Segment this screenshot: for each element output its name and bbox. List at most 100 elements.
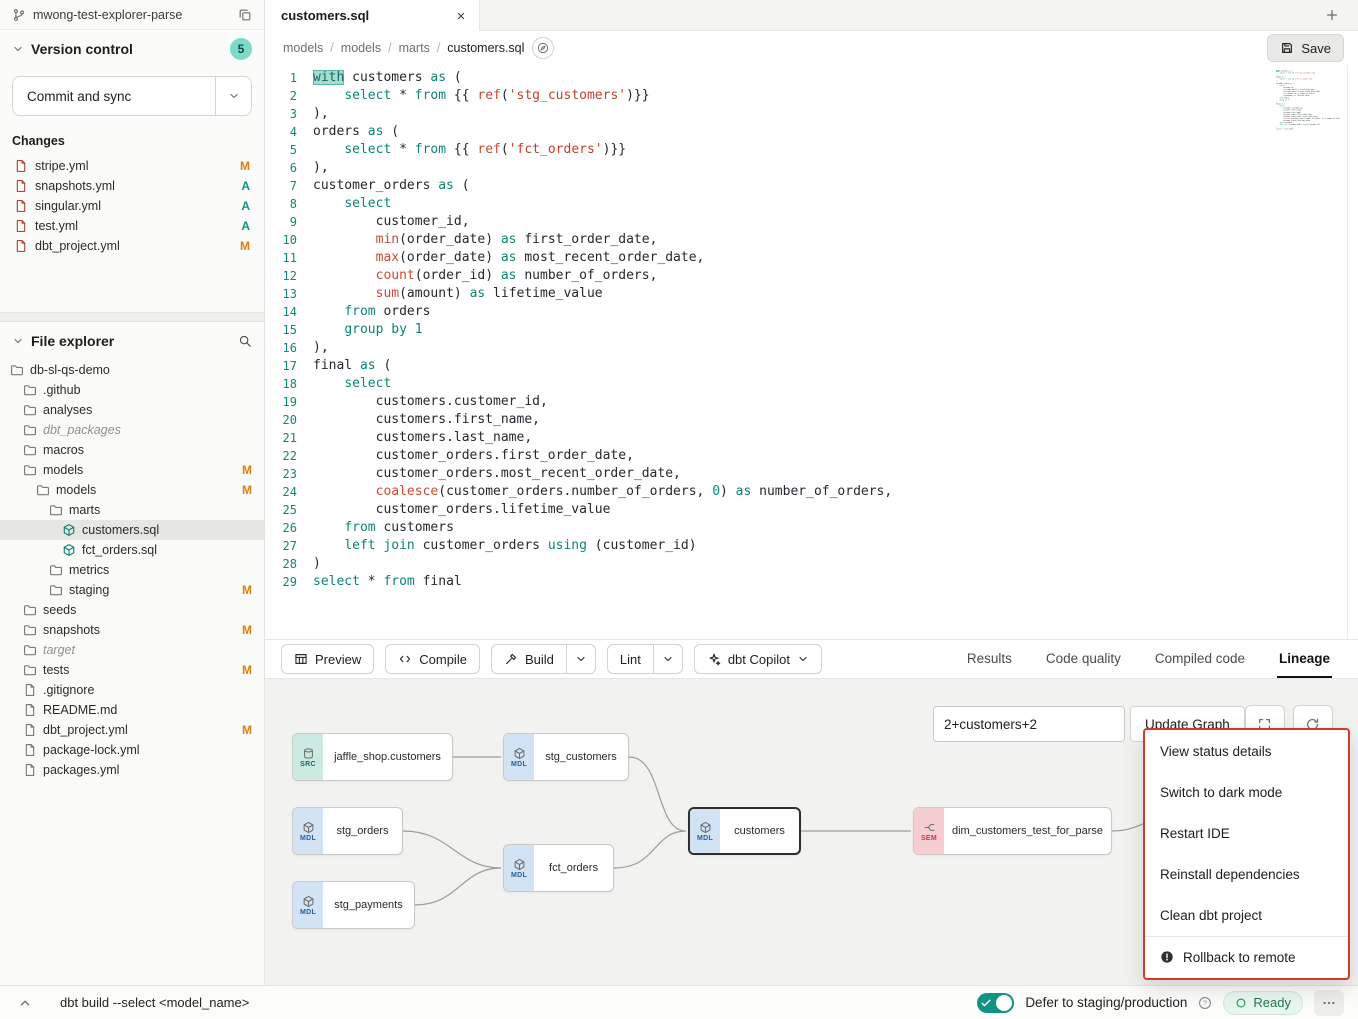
menu-item-clean-dbt-project[interactable]: Clean dbt project bbox=[1145, 895, 1348, 936]
tree-item-readme-md[interactable]: README.md bbox=[0, 700, 264, 720]
lineage-node-dim-customers-test-for-parse[interactable]: SEMdim_customers_test_for_parse bbox=[913, 807, 1112, 855]
tree-item-metrics[interactable]: metrics bbox=[0, 560, 264, 580]
editor-scrollbar[interactable] bbox=[1347, 65, 1358, 639]
compass-icon[interactable] bbox=[532, 37, 554, 59]
dbt-copilot-button[interactable]: dbt Copilot bbox=[694, 644, 822, 674]
tree-item-label: snapshots bbox=[43, 623, 100, 637]
tree-item-github[interactable]: .github bbox=[0, 380, 264, 400]
compile-button[interactable]: Compile bbox=[385, 644, 480, 674]
line-number: 9 bbox=[265, 213, 313, 231]
tree-item-models[interactable]: modelsM bbox=[0, 480, 264, 500]
tree-item-tests[interactable]: testsM bbox=[0, 660, 264, 680]
breadcrumb-item-marts[interactable]: marts bbox=[399, 41, 430, 55]
close-tab-icon[interactable] bbox=[455, 10, 467, 22]
tree-item-gitignore[interactable]: .gitignore bbox=[0, 680, 264, 700]
menu-item-switch-to-dark-mode[interactable]: Switch to dark mode bbox=[1145, 772, 1348, 813]
change-file-test-yml[interactable]: test.ymlA bbox=[0, 216, 264, 236]
menu-item-label: View status details bbox=[1160, 744, 1272, 759]
commit-options-button[interactable] bbox=[215, 77, 251, 115]
tree-item-dbt-project-yml[interactable]: dbt_project.ymlM bbox=[0, 720, 264, 740]
tab-lineage[interactable]: Lineage bbox=[1277, 640, 1332, 678]
tree-item-analyses[interactable]: analyses bbox=[0, 400, 264, 420]
tree-item-macros[interactable]: macros bbox=[0, 440, 264, 460]
version-control-header[interactable]: Version control 5 bbox=[0, 30, 264, 68]
tab-results[interactable]: Results bbox=[965, 640, 1014, 678]
tree-item-snapshots[interactable]: snapshotsM bbox=[0, 620, 264, 640]
build-button[interactable]: Build bbox=[491, 644, 566, 674]
code-line: 20 customers.first_name, bbox=[265, 411, 1358, 429]
folder-icon bbox=[23, 383, 37, 397]
line-number: 6 bbox=[265, 159, 313, 177]
lint-split-button: Lint bbox=[607, 644, 683, 674]
file-icon bbox=[23, 723, 37, 737]
menu-item-view-status-details[interactable]: View status details bbox=[1145, 731, 1348, 772]
tree-item-packages-yml[interactable]: packages.yml bbox=[0, 760, 264, 780]
change-file-stripe-yml[interactable]: stripe.ymlM bbox=[0, 156, 264, 176]
lineage-node-stg-customers[interactable]: MDLstg_customers bbox=[503, 733, 629, 781]
tree-item-db-sl-qs-demo[interactable]: db-sl-qs-demo bbox=[0, 360, 264, 380]
new-tab-button[interactable] bbox=[1320, 3, 1344, 27]
tree-item-label: metrics bbox=[69, 563, 109, 577]
defer-toggle[interactable] bbox=[977, 993, 1014, 1013]
editor-minimap[interactable]: 1with customers as (2 select * from {{ r… bbox=[1276, 70, 1340, 146]
preview-button[interactable]: Preview bbox=[281, 644, 374, 674]
tree-item-target[interactable]: target bbox=[0, 640, 264, 660]
menu-item-restart-ide[interactable]: Restart IDE bbox=[1145, 813, 1348, 854]
lineage-node-stg-orders[interactable]: MDLstg_orders bbox=[292, 807, 403, 855]
build-options-button[interactable] bbox=[566, 644, 596, 674]
code-editor[interactable]: 1with customers as (2 select * from {{ r… bbox=[265, 65, 1358, 639]
tab-code-quality[interactable]: Code quality bbox=[1044, 640, 1123, 678]
line-number: 5 bbox=[265, 141, 313, 159]
info-icon[interactable]: ? bbox=[1198, 996, 1212, 1010]
code-line: 25 customer_orders.lifetime_value bbox=[265, 501, 1358, 519]
lineage-node-customers[interactable]: MDLcustomers bbox=[688, 807, 801, 855]
status-badge[interactable]: Ready bbox=[1223, 991, 1303, 1015]
lint-label: Lint bbox=[620, 652, 641, 667]
file-explorer-header[interactable]: File explorer bbox=[0, 322, 264, 360]
breadcrumb-row: models/models/marts/customers.sql Save bbox=[265, 31, 1358, 65]
node-type-label: MDL bbox=[511, 872, 527, 879]
tree-item-label: dbt_packages bbox=[43, 423, 121, 437]
line-number: 17 bbox=[265, 357, 313, 375]
change-file-snapshots-yml[interactable]: snapshots.ymlA bbox=[0, 176, 264, 196]
commit-and-sync-button[interactable]: Commit and sync bbox=[12, 76, 252, 116]
tree-item-staging[interactable]: stagingM bbox=[0, 580, 264, 600]
menu-item-rollback-to-remote[interactable]: Rollback to remote bbox=[1145, 936, 1348, 977]
command-input-text[interactable]: dbt build --select <model_name> bbox=[60, 995, 249, 1010]
breadcrumb-item-models[interactable]: models bbox=[341, 41, 381, 55]
tree-item-dbt-packages[interactable]: dbt_packages bbox=[0, 420, 264, 440]
node-label: jaffle_shop.customers bbox=[323, 734, 452, 780]
tree-item-models[interactable]: modelsM bbox=[0, 460, 264, 480]
save-button[interactable]: Save bbox=[1267, 34, 1344, 62]
breadcrumb-item-customers-sql[interactable]: customers.sql bbox=[447, 41, 524, 55]
lint-button[interactable]: Lint bbox=[607, 644, 653, 674]
code-text: select bbox=[313, 375, 1358, 393]
chevron-up-icon bbox=[18, 996, 32, 1010]
change-file-dbt-project-yml[interactable]: dbt_project.ymlM bbox=[0, 236, 264, 256]
search-icon[interactable] bbox=[238, 334, 252, 348]
lineage-filter-input[interactable] bbox=[933, 706, 1125, 742]
menu-item-label: Clean dbt project bbox=[1160, 908, 1262, 923]
tree-item-marts[interactable]: marts bbox=[0, 500, 264, 520]
tree-item-fct-orders-sql[interactable]: fct_orders.sql bbox=[0, 540, 264, 560]
lineage-node-stg-payments[interactable]: MDLstg_payments bbox=[292, 881, 415, 929]
commit-and-sync-label[interactable]: Commit and sync bbox=[13, 77, 215, 115]
lint-options-button[interactable] bbox=[653, 644, 683, 674]
editor-toolbar: Preview Compile Build Lint bbox=[265, 639, 1358, 679]
tree-item-seeds[interactable]: seeds bbox=[0, 600, 264, 620]
menu-item-reinstall-dependencies[interactable]: Reinstall dependencies bbox=[1145, 854, 1348, 895]
code-text: select * from final bbox=[1276, 128, 1340, 130]
change-file-singular-yml[interactable]: singular.ymlA bbox=[0, 196, 264, 216]
more-options-button[interactable] bbox=[1314, 990, 1344, 1016]
lineage-node-jaffle-shop-customers[interactable]: SRCjaffle_shop.customers bbox=[292, 733, 453, 781]
tree-item-customers-sql[interactable]: customers.sql bbox=[0, 520, 264, 540]
breadcrumb-item-models[interactable]: models bbox=[283, 41, 323, 55]
code-line: 18 select bbox=[265, 375, 1358, 393]
tab-customers-sql[interactable]: customers.sql bbox=[265, 0, 480, 31]
expand-command-bar-button[interactable] bbox=[14, 992, 36, 1014]
tab-compiled-code[interactable]: Compiled code bbox=[1153, 640, 1247, 678]
copy-branch-icon[interactable] bbox=[238, 8, 252, 22]
tree-item-package-lock-yml[interactable]: package-lock.yml bbox=[0, 740, 264, 760]
lineage-node-fct-orders[interactable]: MDLfct_orders bbox=[503, 844, 614, 892]
section-divider[interactable] bbox=[0, 312, 264, 322]
